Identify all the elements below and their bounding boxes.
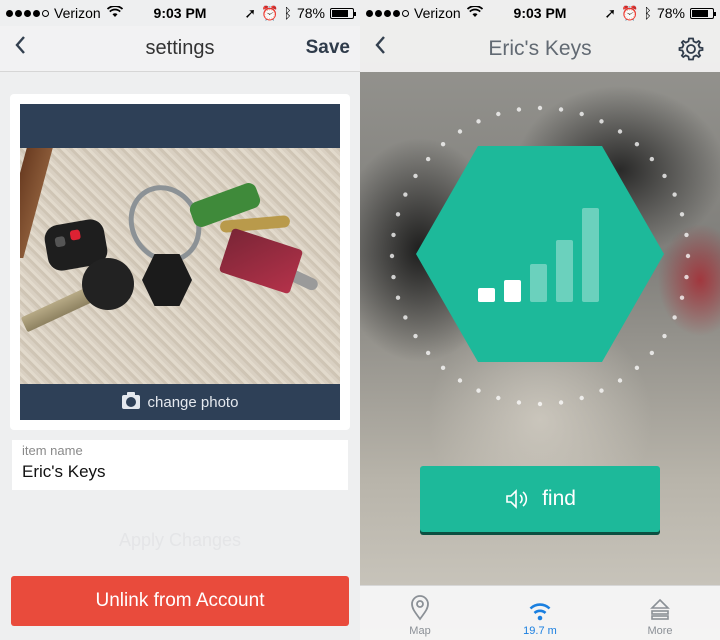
battery-icon (690, 7, 716, 19)
tab-label: 19.7 m (523, 625, 557, 637)
change-photo-button[interactable]: change photo (20, 384, 340, 420)
tab-more[interactable]: More (600, 586, 720, 640)
unlink-from-account-button[interactable]: Unlink from Account (11, 576, 349, 626)
battery-icon (330, 7, 356, 19)
find-button[interactable]: find (420, 466, 660, 532)
alarm-icon: ⏰ (621, 4, 639, 21)
battery-percent: 78% (296, 5, 325, 21)
tab-map[interactable]: Map (360, 586, 480, 640)
wifi-icon (529, 603, 551, 621)
tab-distance[interactable]: 19.7 m (480, 586, 600, 640)
status-bar: Verizon 9:03 PM ➚ ⏰ ᛒ 78% (0, 0, 360, 26)
signal-strength-icon (366, 9, 409, 17)
signal-bar (504, 280, 521, 302)
wifi-icon (106, 4, 123, 21)
nav-bar: Eric's Keys (360, 26, 720, 72)
status-bar: Verizon 9:03 PM ➚ ⏰ ᛒ 78% (360, 0, 720, 26)
battery-percent: 78% (656, 5, 685, 21)
bluetooth-icon: ᛒ (643, 5, 652, 21)
signal-bar (582, 208, 599, 302)
tab-bar: Map 19.7 m More (360, 585, 720, 640)
change-photo-label: change photo (147, 393, 239, 411)
wifi-icon (466, 4, 483, 21)
signal-bar (478, 288, 495, 302)
camera-icon (121, 392, 140, 409)
item-name-input[interactable] (22, 462, 338, 482)
apply-changes-button[interactable]: Apply Changes (0, 530, 360, 551)
save-button[interactable]: Save (306, 37, 350, 59)
gear-icon (678, 37, 704, 61)
settings-screen: Verizon 9:03 PM ➚ ⏰ ᛒ 78% settings Save (0, 0, 360, 640)
bluetooth-icon: ᛒ (283, 5, 292, 21)
photo-card: change photo (10, 94, 350, 430)
page-title: Eric's Keys (488, 37, 592, 60)
alarm-icon: ⏰ (261, 4, 279, 21)
settings-button[interactable] (678, 36, 704, 62)
signal-strength-icon (6, 9, 49, 17)
carrier-label: Verizon (54, 5, 101, 21)
tab-label: Map (409, 625, 431, 637)
signal-bar (556, 240, 573, 302)
tab-label: More (647, 625, 673, 637)
map-pin-icon (411, 595, 429, 621)
nav-bar: settings Save (0, 26, 360, 72)
back-button[interactable] (14, 34, 26, 62)
signal-bar (530, 264, 547, 302)
speaker-icon (506, 489, 528, 509)
signal-strength-meter (478, 206, 608, 302)
item-photo (20, 148, 340, 384)
stack-icon (650, 598, 670, 620)
find-label: find (542, 487, 576, 510)
find-screen: Verizon 9:03 PM ➚ ⏰ ᛒ 78% Eric's Keys fi… (360, 0, 720, 640)
back-button[interactable] (374, 34, 386, 62)
location-arrow-icon: ➚ (604, 4, 617, 21)
photo-frame: change photo (20, 104, 340, 420)
item-name-field: item name (12, 440, 348, 490)
item-name-label: item name (22, 443, 83, 458)
location-arrow-icon: ➚ (244, 4, 257, 21)
carrier-label: Verizon (414, 5, 461, 21)
